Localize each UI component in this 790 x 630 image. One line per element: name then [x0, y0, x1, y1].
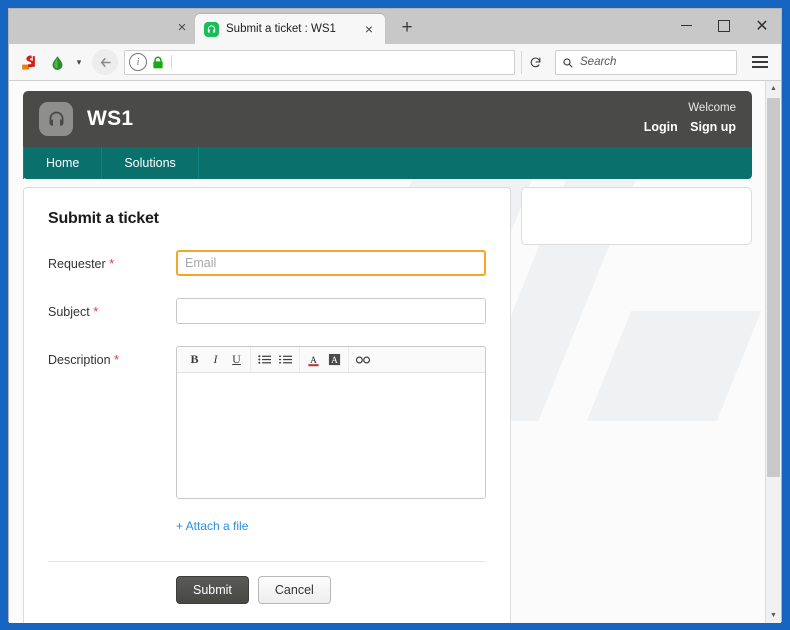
attach-file-row: + Attach a file: [176, 517, 486, 535]
signup-link[interactable]: Sign up: [690, 120, 736, 134]
description-editor: B I U A A: [176, 346, 486, 499]
nav-item-home[interactable]: Home: [23, 147, 103, 179]
page-info-icon[interactable]: i: [129, 53, 147, 71]
maximize-button[interactable]: [705, 9, 743, 42]
tab-title: Submit a ticket : WS1: [226, 23, 336, 35]
headset-icon: [204, 21, 219, 37]
address-bar[interactable]: i: [124, 49, 515, 75]
editor-group-colors: A A: [300, 347, 349, 372]
address-bar-divider: [171, 55, 172, 69]
editor-toolbar: B I U A A: [177, 347, 485, 373]
magnifier-icon: [562, 56, 574, 68]
highlight-color-icon[interactable]: A: [324, 349, 345, 370]
tab-close-icon[interactable]: ×: [359, 19, 379, 39]
back-button[interactable]: [92, 49, 118, 75]
requester-label-text: Requester: [48, 257, 106, 271]
browser-toolbar: ▾ i Search: [9, 44, 781, 81]
content-row: Submit a ticket Requester * Subject: [9, 179, 766, 623]
required-asterisk: *: [93, 304, 99, 319]
site-header-wrapper: WS1 Welcome Login Sign up Home Solutions: [9, 81, 766, 179]
submit-ticket-card: Submit a ticket Requester * Subject: [23, 187, 511, 623]
site-nav: Home Solutions: [23, 147, 752, 179]
previous-tab-close-icon[interactable]: ×: [169, 14, 195, 40]
s-exclamation-icon[interactable]: [15, 49, 41, 75]
header-account-area: Welcome Login Sign up: [636, 101, 736, 136]
description-label: Description *: [48, 346, 176, 367]
required-asterisk: *: [114, 352, 120, 367]
search-input[interactable]: Search: [580, 56, 616, 68]
numbered-list-icon[interactable]: [275, 349, 296, 370]
login-link[interactable]: Login: [644, 120, 678, 134]
insert-link-icon[interactable]: [352, 349, 373, 370]
attach-file-link[interactable]: + Attach a file: [176, 519, 248, 533]
headset-icon: [39, 102, 73, 136]
auth-links: Login Sign up: [636, 117, 736, 137]
cancel-button[interactable]: Cancel: [257, 576, 331, 604]
requester-label: Requester *: [48, 250, 176, 271]
scrollbar-thumb[interactable]: [767, 98, 780, 477]
browser-window: × Submit a ticket : WS1 × + ✕ ▾ i Search…: [8, 8, 782, 623]
page-title: Submit a ticket: [48, 210, 159, 227]
sidebar-panel: [521, 187, 752, 245]
scrollbar-track[interactable]: [766, 96, 781, 608]
italic-icon[interactable]: I: [205, 349, 226, 370]
editor-group-link: [349, 347, 376, 372]
web-page: risk.com WS1 Welcome Login Sign up: [9, 81, 766, 623]
window-controls: ✕: [667, 9, 781, 42]
hamburger-menu-icon[interactable]: [745, 49, 775, 75]
form-actions: Submit Cancel: [176, 576, 486, 604]
green-droplet-icon[interactable]: [44, 49, 70, 75]
scroll-down-icon[interactable]: ▼: [766, 608, 781, 623]
close-button[interactable]: ✕: [743, 9, 781, 42]
requester-input[interactable]: [176, 250, 486, 276]
subject-label: Subject *: [48, 298, 176, 319]
field-row-subject: Subject *: [48, 298, 486, 324]
editor-group-text-style: B I U: [181, 347, 251, 372]
svg-text:A: A: [331, 356, 338, 366]
tab-strip: × Submit a ticket : WS1 × + ✕: [9, 9, 781, 44]
search-bar[interactable]: Search: [555, 49, 737, 75]
form-divider: [48, 561, 486, 562]
reload-button[interactable]: [521, 50, 548, 74]
required-asterisk: *: [109, 256, 115, 271]
nav-item-solutions[interactable]: Solutions: [102, 147, 199, 179]
page-viewport: risk.com WS1 Welcome Login Sign up: [9, 81, 781, 623]
submit-button[interactable]: Submit: [176, 576, 249, 604]
subject-input[interactable]: [176, 298, 486, 324]
site-header: WS1 Welcome Login Sign up: [23, 91, 752, 147]
page-scrollbar[interactable]: ▲ ▼: [765, 81, 781, 623]
field-row-requester: Requester *: [48, 250, 486, 276]
minimize-button[interactable]: [667, 9, 705, 42]
underline-icon[interactable]: U: [226, 349, 247, 370]
tab-submit-a-ticket[interactable]: Submit a ticket : WS1 ×: [195, 14, 385, 44]
subject-label-text: Subject: [48, 305, 90, 319]
bold-icon[interactable]: B: [184, 349, 205, 370]
bullet-list-icon[interactable]: [254, 349, 275, 370]
description-textarea[interactable]: [177, 373, 485, 498]
extension-dropdown-icon[interactable]: ▾: [73, 49, 85, 75]
welcome-label: Welcome: [688, 102, 736, 115]
field-row-description: Description * B I U A A: [48, 346, 486, 499]
brand-title: WS1: [87, 107, 134, 130]
scroll-up-icon[interactable]: ▲: [766, 81, 781, 96]
font-color-icon[interactable]: A: [303, 349, 324, 370]
green-padlock-icon: [151, 55, 165, 70]
description-label-text: Description: [48, 353, 111, 367]
new-tab-button[interactable]: +: [393, 14, 421, 42]
editor-group-lists: [251, 347, 300, 372]
